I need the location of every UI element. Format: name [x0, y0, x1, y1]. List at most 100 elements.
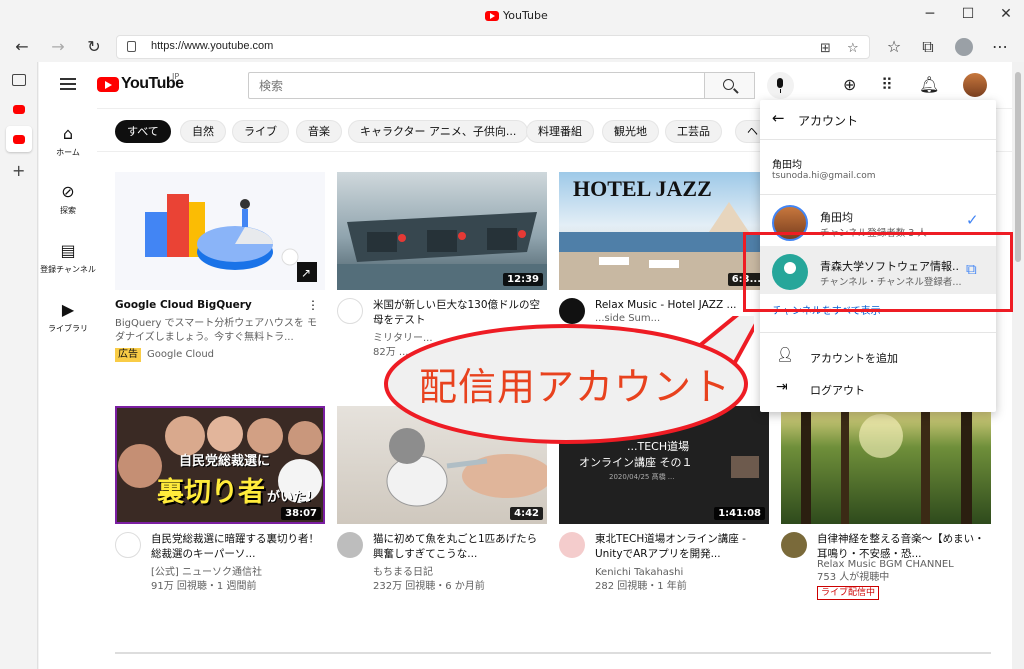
tab-actions-icon[interactable] [12, 74, 26, 86]
thumbnail-text: がいた! [267, 490, 312, 505]
video-card[interactable]: HOTEL JAZZ 6:3... Relax Music - Hotel JA… [559, 172, 769, 370]
chip-all[interactable]: すべて [115, 120, 171, 143]
scrollbar[interactable] [1012, 62, 1024, 669]
video-card[interactable]: 12:39 米国が新しい巨大な130億ドルの空母をテスト ミリタリー... 82… [337, 172, 547, 370]
ad-badge: 広告 [115, 348, 141, 362]
chip-cooking[interactable]: 料理番組 [526, 120, 594, 143]
video-title[interactable]: Google Cloud BigQuery [115, 298, 310, 313]
home-icon: ⌂ [62, 124, 74, 143]
webcam-inset [731, 456, 759, 478]
video-thumbnail[interactable]: 自民党総裁選に 裏切り者 がいた! 38:07 [115, 406, 325, 524]
video-thumbnail[interactable]: HOTEL JAZZ 6:3... [559, 172, 769, 290]
channel-avatar[interactable] [559, 298, 585, 324]
menu-icon[interactable] [60, 78, 76, 80]
youtube-logo-icon[interactable] [97, 77, 119, 92]
account-row-personal[interactable]: 角田均 チャンネル登録者数 3 人 ✓ [760, 197, 996, 245]
video-title[interactable]: 東北TECH道場オンライン講座 - UnityでARアプリを開発... [595, 532, 765, 562]
guide-item-explore[interactable]: ⊘ 探索 [39, 182, 97, 216]
video-card[interactable]: ...TECH道場 オンライン講座 その１ 2020/04/25 髙橋 ... … [559, 406, 769, 604]
voice-search-icon[interactable] [767, 72, 794, 99]
logout-label: ログアウト [810, 384, 865, 397]
video-card[interactable]: ↗ Google Cloud BigQuery BigQuery でスマート分析… [115, 172, 325, 370]
video-title[interactable]: 米国が新しい巨大な130億ドルの空母をテスト [373, 298, 543, 328]
minimize-icon[interactable]: ─ [920, 6, 940, 22]
channel-avatar[interactable] [559, 532, 585, 558]
chip-live[interactable]: ライブ [232, 120, 289, 143]
channel-name[interactable]: もちまる日記 [373, 566, 433, 580]
channel-name[interactable]: [公式] ニューソク通信社 [151, 566, 262, 580]
search-input[interactable] [249, 73, 704, 98]
channel-name[interactable]: Relax Music BGM CHANNEL [817, 558, 954, 572]
search-button[interactable] [705, 72, 755, 99]
tab-youtube-icon[interactable] [13, 105, 25, 114]
compass-icon: ⊘ [61, 182, 75, 201]
account-subtitle: チャンネル・チャンネル登録者... [820, 277, 962, 288]
channel-avatar[interactable] [781, 532, 807, 558]
external-link-icon: ↗ [301, 266, 311, 280]
video-duration: 1:41:08 [714, 507, 765, 520]
channel-avatar[interactable] [115, 532, 141, 558]
video-thumbnail[interactable] [781, 406, 991, 524]
guide-item-subscriptions[interactable]: ▤ 登録チャンネル [39, 241, 97, 275]
search-icon [723, 79, 734, 90]
forward-icon[interactable]: → [48, 37, 68, 56]
apps-grid-icon[interactable]: ⠿ [881, 75, 893, 94]
video-thumbnail[interactable]: 4:42 [337, 406, 547, 524]
apps-icon[interactable]: ⊞ [820, 41, 831, 56]
channel-name[interactable]: Kenichi Takahashi [595, 566, 683, 580]
more-icon[interactable]: ⋯ [990, 37, 1010, 56]
add-account-item[interactable]: 👤︎ アカウントを追加 [760, 344, 996, 370]
channel-name[interactable]: ミリタリー... [373, 332, 433, 346]
youtube-favicon-icon [485, 11, 499, 21]
thumbnail-text: 裏切り者 [157, 477, 265, 508]
logout-item[interactable]: ⇥ ログアウト [760, 376, 996, 402]
address-bar[interactable]: https://www.youtube.com ⊞ ☆ [116, 35, 870, 59]
lock-icon [127, 41, 136, 52]
more-vert-icon[interactable]: ⋮ [307, 298, 319, 312]
video-title-line2: ...side Sum... [595, 313, 661, 324]
back-arrow-icon[interactable]: ← [772, 109, 785, 127]
profile-avatar[interactable] [955, 38, 973, 56]
guide-item-home[interactable]: ⌂ ホーム [39, 124, 97, 158]
video-card[interactable]: 4:42 猫に初めて魚を丸ごと1匹あげたら興奮しすぎてこうな... もちまる日記… [337, 406, 547, 604]
video-card[interactable]: 自民党総裁選に 裏切り者 がいた! 38:07 自民党総裁選に暗躍する裏切り者！… [115, 406, 325, 604]
chip-music[interactable]: 音楽 [296, 120, 342, 143]
chip-anime[interactable]: キャラクター アニメ、子供向... [348, 120, 529, 143]
subscriptions-icon: ▤ [60, 241, 76, 260]
chip-nature[interactable]: 自然 [180, 120, 226, 143]
external-link-icon[interactable]: ⧉ [966, 260, 977, 278]
collections-icon[interactable]: ⧉ [918, 37, 938, 57]
video-thumbnail[interactable]: ...TECH道場 オンライン講座 その１ 2020/04/25 髙橋 ... … [559, 406, 769, 524]
video-stats: 232万 回視聴・6 か月前 [373, 581, 485, 592]
video-title[interactable]: 猫に初めて魚を丸ごと1匹あげたら興奮しすぎてこうな... [373, 532, 543, 562]
close-icon[interactable]: ✕ [996, 6, 1016, 22]
video-thumbnail[interactable]: ↗ [115, 172, 325, 290]
guide-item-library[interactable]: ▶ ライブラリ [39, 300, 97, 334]
bigquery-illustration: ↗ [145, 194, 317, 282]
back-icon[interactable]: ← [12, 37, 32, 56]
video-thumbnail[interactable]: 12:39 [337, 172, 547, 290]
thumbnail-text: ...TECH道場 [627, 440, 690, 453]
browser-toolbar: ← → ↻ https://www.youtube.com ⊞ ☆ ☆ ⧉ ⋯ [0, 32, 1024, 62]
show-all-channels-link[interactable]: チャンネルをすべて表示 [772, 302, 881, 317]
channel-name[interactable]: Google Cloud [147, 348, 214, 362]
create-video-icon[interactable]: ⊕ [843, 75, 856, 94]
new-tab-icon[interactable]: + [12, 161, 28, 180]
video-title[interactable]: 自民党総裁選に暗躍する裏切り者！総裁選のキーパーソ... [151, 532, 321, 562]
maximize-icon[interactable]: ☐ [958, 6, 978, 22]
video-title[interactable]: Relax Music - Hotel JAZZ ... [595, 298, 765, 313]
favorite-add-icon[interactable]: ☆ [847, 41, 859, 56]
channel-avatar[interactable] [337, 298, 363, 324]
channel-avatar[interactable] [337, 532, 363, 558]
video-card[interactable]: 自律神経を整える音楽～【めまい・耳鳴り・不安感・恐... Relax Music… [781, 406, 991, 604]
favorites-icon[interactable]: ☆ [884, 37, 904, 56]
notifications-icon[interactable]: 🔔︎ [919, 75, 939, 94]
account-row-university[interactable]: 青森大学ソフトウェア情報... チャンネル・チャンネル登録者... ⧉ [760, 246, 996, 294]
scrollbar-thumb[interactable] [1015, 72, 1021, 262]
account-avatar[interactable] [963, 73, 987, 97]
chip-tourism[interactable]: 観光地 [602, 120, 659, 143]
live-badge: ライブ配信中 [817, 586, 880, 600]
chip-crafts[interactable]: 工芸品 [665, 120, 722, 143]
refresh-icon[interactable]: ↻ [84, 37, 104, 56]
search-box[interactable] [248, 72, 705, 99]
